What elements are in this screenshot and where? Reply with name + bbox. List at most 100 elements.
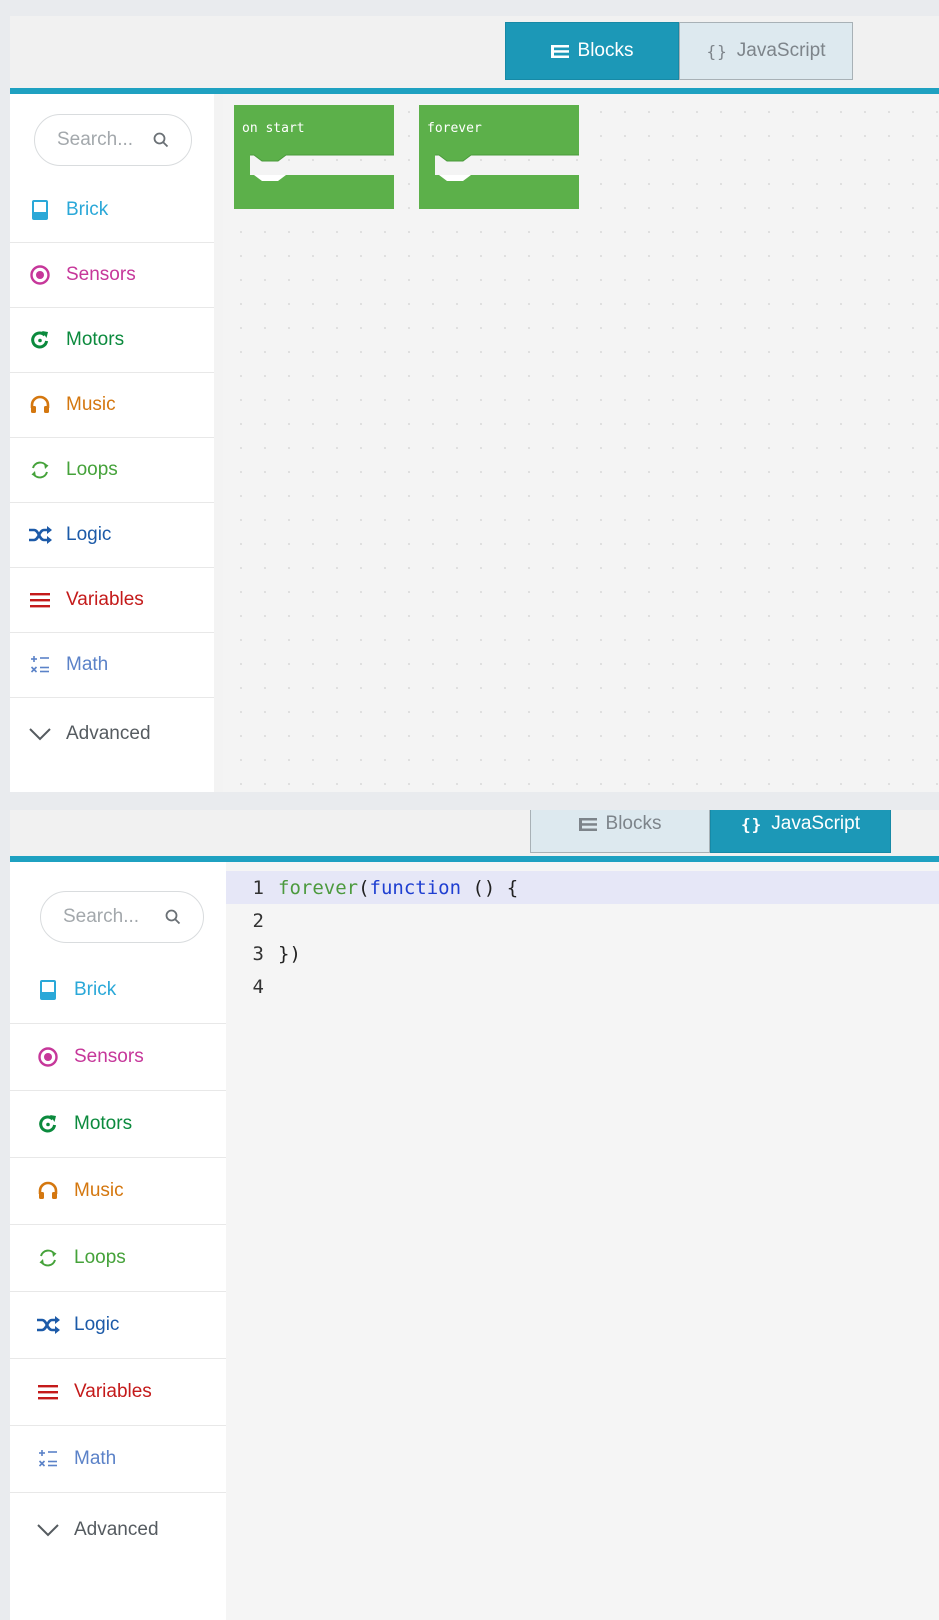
category-math[interactable]: Math [10,1426,226,1493]
blocks-toggle-label: Blocks [605,813,662,834]
category-label: Motors [74,1113,133,1134]
blocks-toggle-button[interactable]: Blocks [530,810,710,853]
code-token-rest: () { [461,876,519,899]
category-label: Variables [74,1381,152,1402]
sensors-icon [26,261,54,289]
category-list: Brick Sensors Motors Music Loops Logic Variabl… [10,957,226,1567]
line-number: 1 [252,876,264,899]
variables-icon [34,1378,62,1406]
toolbox-sidebar: Search... Brick Sensors Motors Music Loops Lo… [10,94,214,792]
math-icon [26,651,54,679]
line-number: 4 [252,975,264,998]
search-input[interactable]: Search... [63,906,139,928]
category-math[interactable]: Math [10,633,214,698]
code-token-paren: ( [358,876,370,899]
category-variables[interactable]: Variables [10,1359,226,1426]
category-loops[interactable]: Loops [10,438,214,503]
sensors-icon [34,1043,62,1071]
category-motors[interactable]: Motors [10,308,214,373]
top-toolbar: Blocks {} JavaScript [10,810,939,856]
search-box[interactable]: Search... [34,114,192,166]
chevron-down-icon [26,720,54,748]
code-line-3[interactable]: 3 }) [226,937,939,970]
logic-icon [26,521,54,549]
brick-icon [34,976,62,1004]
category-label: Variables [66,589,144,610]
music-icon [26,391,54,419]
javascript-toggle-button[interactable]: {} JavaScript [679,22,853,80]
javascript-toggle-label: JavaScript [771,813,860,834]
search-icon[interactable] [153,132,169,148]
category-sensors[interactable]: Sensors [10,1024,226,1091]
category-logic[interactable]: Logic [10,503,214,568]
category-label: Music [66,394,116,415]
loops-icon [26,456,54,484]
line-number: 3 [252,942,264,965]
code-editor[interactable]: 1 forever(function () { 2 3 }) 4 [226,862,939,1620]
category-variables[interactable]: Variables [10,568,214,633]
category-label: Advanced [66,722,151,744]
category-label: Advanced [74,1519,159,1540]
blocks-toggle-button[interactable]: Blocks [505,22,679,80]
category-advanced[interactable]: Advanced [10,1493,226,1567]
line-number: 2 [252,909,264,932]
code-token-keyword: function [369,876,462,899]
music-icon [34,1177,62,1205]
braces-icon: {} [706,41,728,61]
category-label: Sensors [74,1046,144,1067]
category-label: Brick [74,979,117,1000]
code-line-1[interactable]: 1 forever(function () { [226,871,939,904]
forever-block[interactable]: forever [419,105,579,209]
variables-icon [26,586,54,614]
on-start-label: on start [242,121,305,136]
motors-icon [34,1110,62,1138]
category-loops[interactable]: Loops [10,1225,226,1292]
blocks-view-panel: Blocks {} JavaScript Search... Brick Sens… [10,16,939,792]
category-advanced[interactable]: Advanced [10,698,214,769]
category-brick[interactable]: Brick [10,957,226,1024]
chevron-down-icon [34,1516,62,1544]
math-icon [34,1445,62,1473]
category-sensors[interactable]: Sensors [10,243,214,308]
code-text: forever(function () { [278,877,518,899]
code-line-2[interactable]: 2 [226,904,939,937]
loops-icon [34,1244,62,1272]
blocks-toggle-label: Blocks [577,40,634,61]
category-music[interactable]: Music [10,373,214,438]
javascript-view-panel: Blocks {} JavaScript Search... Brick Sens… [10,810,939,1620]
category-label: Loops [66,459,118,480]
on-start-block[interactable]: on start [234,105,394,209]
blocks-icon [550,44,569,58]
category-label: Brick [66,199,109,220]
category-label: Math [74,1448,117,1469]
category-motors[interactable]: Motors [10,1091,226,1158]
top-toolbar: Blocks {} JavaScript [10,16,939,88]
javascript-toggle-button[interactable]: {} JavaScript [710,810,891,853]
code-text: }) [278,942,301,965]
category-list: Brick Sensors Motors Music Loops Logic Variabl… [10,178,214,769]
blocks-workspace[interactable]: on start forever [223,94,939,792]
search-input[interactable]: Search... [57,129,133,151]
logic-icon [34,1311,62,1339]
search-box[interactable]: Search... [40,891,204,943]
category-brick[interactable]: Brick [10,178,214,243]
motors-icon [26,326,54,354]
category-label: Sensors [66,264,136,285]
code-line-4[interactable]: 4 [226,970,939,1003]
category-label: Music [74,1180,124,1201]
category-music[interactable]: Music [10,1158,226,1225]
brick-icon [26,196,54,224]
category-label: Loops [74,1247,126,1268]
forever-label: forever [427,121,482,136]
blocks-icon [578,817,597,831]
category-label: Motors [66,329,125,350]
category-logic[interactable]: Logic [10,1292,226,1359]
toolbox-sidebar: Search... Brick Sensors Motors Music Loops Lo… [10,862,226,1620]
search-icon[interactable] [165,909,181,925]
braces-icon: {} [741,814,763,834]
category-label: Logic [74,1314,120,1335]
category-label: Math [66,654,109,675]
code-token-function-name: forever [278,876,359,899]
javascript-toggle-label: JavaScript [736,40,826,61]
category-label: Logic [66,524,112,545]
